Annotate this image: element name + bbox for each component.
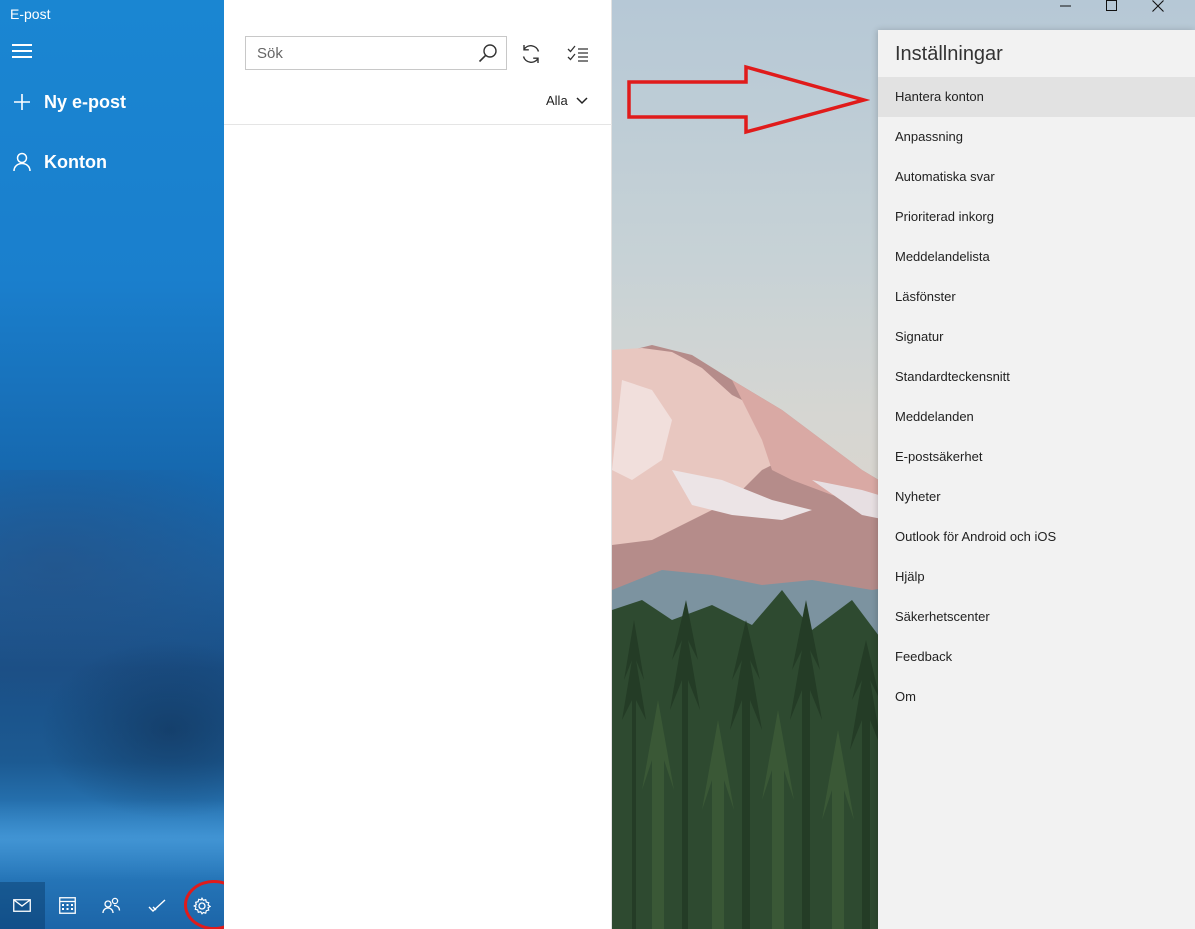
settings-item-personalization[interactable]: Anpassning bbox=[878, 117, 1195, 157]
search-icon[interactable] bbox=[478, 43, 498, 68]
selection-mode-button[interactable] bbox=[564, 40, 592, 68]
navigation-pane: E-post Ny e-post Konton bbox=[0, 0, 224, 929]
annotation-arrow bbox=[627, 64, 870, 135]
people-switch-button[interactable] bbox=[90, 882, 135, 929]
settings-item-default-font[interactable]: Standardteckensnitt bbox=[878, 357, 1195, 397]
close-button[interactable] bbox=[1152, 0, 1195, 28]
background-lake bbox=[0, 800, 224, 880]
accounts-label: Konton bbox=[44, 151, 107, 172]
settings-item-email-security[interactable]: E-postsäkerhet bbox=[878, 437, 1195, 477]
settings-item-manage-accounts[interactable]: Hantera konton bbox=[878, 77, 1195, 117]
maximize-icon bbox=[1106, 0, 1117, 11]
calendar-icon bbox=[58, 897, 76, 914]
close-icon bbox=[1152, 0, 1164, 12]
filter-label: Alla bbox=[546, 93, 568, 108]
filter-dropdown[interactable]: Alla bbox=[546, 93, 588, 108]
app-title: E-post bbox=[10, 6, 51, 22]
settings-item-notifications[interactable]: Meddelanden bbox=[878, 397, 1195, 437]
message-list-pane: Alla bbox=[224, 0, 612, 929]
plus-icon bbox=[0, 93, 44, 111]
settings-item-feedback[interactable]: Feedback bbox=[878, 637, 1195, 677]
calendar-switch-button[interactable] bbox=[45, 882, 90, 929]
sync-button[interactable] bbox=[517, 40, 545, 68]
mail-switch-button[interactable] bbox=[0, 882, 45, 929]
mail-icon bbox=[13, 899, 32, 912]
hamburger-menu-icon[interactable] bbox=[12, 44, 32, 60]
settings-item-trust-center[interactable]: Säkerhetscenter bbox=[878, 597, 1195, 637]
settings-item-whats-new[interactable]: Nyheter bbox=[878, 477, 1195, 517]
settings-item-reading-pane[interactable]: Läsfönster bbox=[878, 277, 1195, 317]
todo-switch-button[interactable] bbox=[134, 882, 179, 929]
checklist-icon bbox=[567, 45, 588, 62]
settings-item-message-list[interactable]: Meddelandelista bbox=[878, 237, 1195, 277]
settings-item-signature[interactable]: Signatur bbox=[878, 317, 1195, 357]
chevron-down-icon bbox=[576, 96, 588, 104]
search-input[interactable] bbox=[246, 37, 466, 69]
settings-item-help[interactable]: Hjälp bbox=[878, 557, 1195, 597]
accounts-button[interactable]: Konton bbox=[0, 140, 224, 184]
todo-icon bbox=[148, 898, 166, 912]
sync-icon bbox=[522, 45, 540, 63]
new-mail-label: Ny e-post bbox=[44, 91, 127, 112]
search-box bbox=[245, 36, 507, 70]
settings-item-outlook-mobile[interactable]: Outlook för Android och iOS bbox=[878, 517, 1195, 557]
background-hill bbox=[40, 640, 224, 820]
settings-item-about[interactable]: Om bbox=[878, 677, 1195, 717]
settings-flyout: Inställningar Hantera konton Anpassning … bbox=[878, 30, 1195, 929]
settings-item-focused-inbox[interactable]: Prioriterad inkorg bbox=[878, 197, 1195, 237]
people-icon bbox=[102, 897, 121, 914]
settings-item-automatic-replies[interactable]: Automatiska svar bbox=[878, 157, 1195, 197]
divider bbox=[224, 124, 612, 125]
settings-title: Inställningar bbox=[895, 43, 1003, 65]
new-mail-button[interactable]: Ny e-post bbox=[0, 80, 224, 124]
minimize-button[interactable] bbox=[1060, 0, 1106, 28]
maximize-button[interactable] bbox=[1106, 0, 1152, 28]
person-icon bbox=[0, 152, 44, 172]
minimize-icon bbox=[1060, 5, 1071, 7]
